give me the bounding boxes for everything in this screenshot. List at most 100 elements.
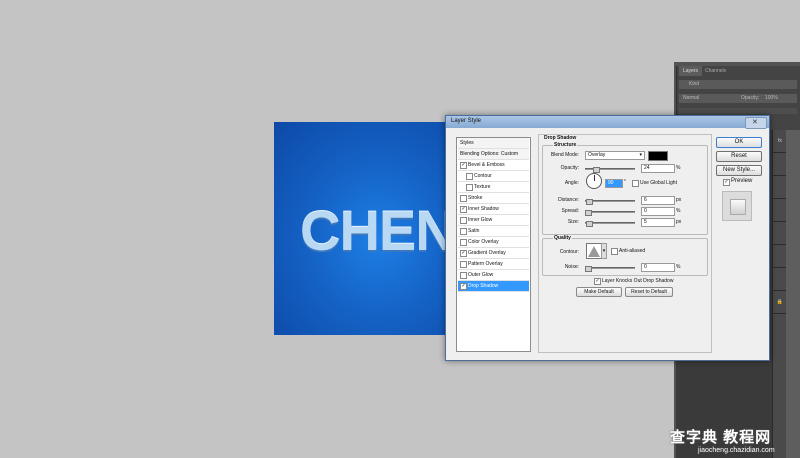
gradient-overlay-item[interactable]: ✓ Gradient Overlay [458,248,529,259]
structure-label: Structure [553,142,578,148]
list-item-label: Styles [460,140,474,146]
fx-cell[interactable]: fx [773,130,787,153]
gradient-overlay-checkbox[interactable]: ✓ [460,250,467,257]
blend-mode-label: Blend Mode: [550,152,579,158]
structure-group: Structure Blend Mode: Overlay ▾ Opacity: … [542,142,708,235]
quality-label: Quality [553,235,572,241]
inner-shadow-checkbox[interactable]: ✓ [460,206,467,213]
shadow-color-swatch[interactable] [648,151,668,161]
strip-cell[interactable] [773,245,787,268]
angle-label: Angle: [564,180,579,186]
lock-icon: 🔒 [773,291,787,314]
layers-opacity-label: Opacity: [741,95,760,101]
layer-style-dialog: Layer Style Styles Blending Options: Cus… [445,115,770,361]
drop-shadow-item[interactable]: ✓ Drop Shadow [458,281,529,292]
list-item-label: Stroke [468,195,483,201]
opacity-input[interactable]: 24 [641,164,675,173]
blend-mode-select[interactable]: Overlay ▾ [585,151,645,160]
anti-aliased-checkbox[interactable] [611,248,618,255]
lock-row[interactable] [679,108,797,114]
color-overlay-item[interactable]: Color Overlay [458,237,529,248]
angle-dial[interactable] [586,173,602,189]
stroke-item[interactable]: Stroke [458,193,529,204]
strip-cell[interactable] [773,176,787,199]
filter-kind-label: Kind [689,81,700,87]
list-item-label: Inner Shadow [468,206,499,212]
blending-options-item[interactable]: Blending Options: Custom [458,149,529,160]
degree-unit: ° [624,179,626,185]
section-title: Drop Shadow [543,135,578,141]
distance-unit: px [676,197,682,203]
distance-input[interactable]: 6 [641,196,675,205]
drop-shadow-panel: Drop Shadow Structure Blend Mode: Overla… [538,134,712,353]
list-item-label: Contour [474,173,492,179]
bevel-emboss-item[interactable]: ✓ Bevel & Emboss [458,160,529,171]
outer-glow-checkbox[interactable] [460,272,467,279]
list-item-label: Color Overlay [468,239,499,245]
use-global-light-label: Use Global Light [640,180,677,186]
styles-header[interactable]: Styles [458,138,529,149]
pattern-overlay-item[interactable]: Pattern Overlay [458,259,529,270]
inner-glow-checkbox[interactable] [460,217,467,224]
noise-slider[interactable] [585,267,635,269]
contour-checkbox[interactable] [466,173,473,180]
far-right-strip [786,130,800,458]
contour-dropdown[interactable]: ▾ [601,243,607,259]
reset-button[interactable]: Reset [716,151,762,162]
noise-label: Noise: [564,264,579,270]
outer-glow-item[interactable]: Outer Glow [458,270,529,281]
tab-layers[interactable]: Layers [679,66,703,76]
strip-cell[interactable] [773,222,787,245]
contour-picker[interactable] [586,243,602,259]
knockout-checkbox[interactable]: ✓ [594,278,601,285]
noise-input[interactable]: 0 [641,263,675,272]
noise-slider-thumb[interactable] [585,266,592,272]
distance-slider-thumb[interactable] [586,199,593,205]
size-slider-thumb[interactable] [586,221,593,227]
pattern-overlay-checkbox[interactable] [460,261,467,268]
inner-glow-item[interactable]: Inner Glow [458,215,529,226]
bevel-emboss-checkbox[interactable]: ✓ [460,162,467,169]
list-item-label: Outer Glow [468,272,494,278]
color-overlay-checkbox[interactable] [460,239,467,246]
make-default-button[interactable]: Make Default [576,287,622,297]
style-preview [722,191,752,221]
preview-checkbox[interactable]: ✓ [723,179,730,186]
list-item-label: Texture [474,184,491,190]
size-input[interactable]: 5 [641,218,675,227]
dialog-title: Layer Style [451,118,482,124]
style-preview-swatch [730,199,746,215]
spread-slider[interactable] [585,211,635,213]
texture-item[interactable]: Texture [458,182,529,193]
use-global-light-checkbox[interactable] [632,180,639,187]
styles-list: Styles Blending Options: Custom ✓ Bevel &… [456,137,531,352]
stroke-checkbox[interactable] [460,195,467,202]
satin-checkbox[interactable] [460,228,467,235]
reset-to-default-button[interactable]: Reset to Default [625,287,673,297]
spread-input[interactable]: 0 [641,207,675,216]
list-item-label: Gradient Overlay [468,250,506,256]
layer-filter-row[interactable]: Kind [679,80,797,89]
contour-item[interactable]: Contour [458,171,529,182]
texture-checkbox[interactable] [466,184,473,191]
layers-opacity-value[interactable]: 100% [765,95,778,101]
opacity-unit: % [676,165,681,171]
new-style-button[interactable]: New Style... [716,165,762,176]
strip-cell[interactable] [773,268,787,291]
spread-slider-thumb[interactable] [585,210,592,216]
angle-input[interactable]: 90 [605,179,623,188]
strip-cell[interactable] [773,153,787,176]
tab-channels[interactable]: Channels [701,66,730,76]
ok-button[interactable]: OK [716,137,762,148]
blend-mode-row[interactable]: Normal Opacity: 100% [679,94,797,103]
quality-group: Quality Contour: ▾ Anti-aliased Noise: 0… [542,235,708,276]
drop-shadow-checkbox[interactable]: ✓ [460,283,467,290]
list-item-label: Pattern Overlay [468,261,503,267]
knockout-label: Layer Knocks Out Drop Shadow [602,278,674,284]
inner-shadow-item[interactable]: ✓ Inner Shadow [458,204,529,215]
dialog-titlebar[interactable]: Layer Style [446,116,769,129]
close-button[interactable] [745,117,767,129]
satin-item[interactable]: Satin [458,226,529,237]
list-item-label: Inner Glow [468,217,493,223]
strip-cell[interactable] [773,199,787,222]
